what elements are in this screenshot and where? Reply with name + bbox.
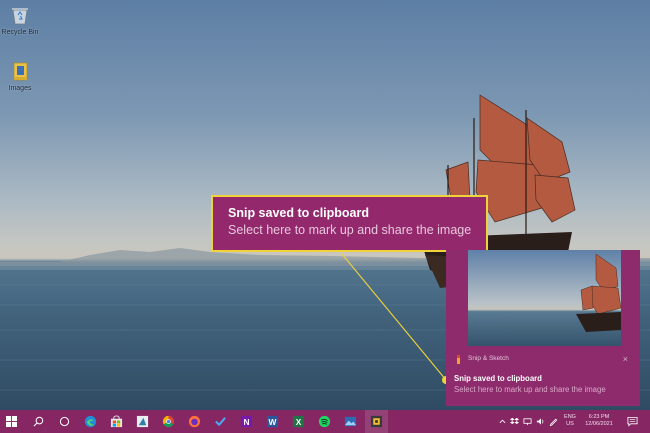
store-icon [110,415,123,428]
recycle-bin-icon [12,8,28,25]
toast-app-name: Snip & Sketch [468,355,509,362]
spotify-icon [318,415,331,428]
clock-date: 12/06/2021 [585,420,613,427]
excel-icon: X [292,415,305,428]
chevron-up-icon [499,419,505,424]
network-icon [523,418,532,426]
chrome-icon [162,415,175,428]
folder-icon [13,62,28,81]
app-tile-icon [136,415,149,428]
callout-title: Snip saved to clipboard [228,206,369,220]
taskbar-app-excel[interactable]: X [287,410,310,433]
tray-dropbox[interactable] [508,410,521,433]
taskbar-app-firefox[interactable] [183,410,206,433]
tray-network[interactable] [521,410,534,433]
tray-clock[interactable]: 6:23 PM 12/06/2021 [582,414,616,427]
taskbar-app-onenote[interactable]: N [235,410,258,433]
toast-close-button[interactable]: × [623,353,628,365]
taskbar-app-unknown[interactable] [131,410,154,433]
toast-subtitle: Select here to mark up and share the ima… [454,385,606,394]
taskbar-app-todo[interactable] [209,410,232,433]
clock-time: 6:23 PM [588,414,610,420]
snip-sketch-icon [457,355,460,364]
task-view-button[interactable] [53,410,76,433]
screen-capture-icon [370,415,383,428]
taskbar-app-store[interactable] [105,410,128,433]
onenote-icon: N [240,415,253,428]
task-view-icon [59,416,70,427]
desktop-icon-label: Recycle Bin [1,29,39,36]
search-icon [33,416,44,427]
taskbar-app-spotify[interactable] [313,410,336,433]
photos-icon [344,416,357,427]
taskbar-app-word[interactable]: W [261,410,284,433]
language-label: ENG [564,414,576,420]
start-button[interactable] [0,410,23,433]
desktop-icon-recycle-bin[interactable]: Recycle Bin [0,4,40,36]
svg-text:W: W [269,417,277,427]
desktop-icon-images[interactable]: Images [0,60,40,92]
action-center-button[interactable] [622,410,642,433]
pen-icon [549,418,558,426]
desktop-icon-label: Images [8,85,32,92]
word-icon: W [266,415,279,428]
search-button[interactable] [27,410,50,433]
tray-volume[interactable] [534,410,547,433]
dropbox-icon [510,417,519,425]
toast-app-header: Snip & Sketch × [454,354,634,366]
svg-text:X: X [296,417,302,427]
tray-language[interactable]: ENG US [561,414,579,427]
taskbar: N W X ENG US 6:23 PM 12/06/2021 [0,410,650,433]
firefox-icon [188,415,201,428]
callout-subtitle: Select here to mark up and share the ima… [228,223,472,237]
checkmark-icon [215,417,226,427]
annotation-callout: Snip saved to clipboard Select here to m… [211,195,488,252]
toast-title: Snip saved to clipboard [454,374,542,383]
taskbar-app-edge[interactable] [79,410,102,433]
snip-preview-image [468,250,621,346]
svg-text:N: N [243,417,249,427]
snip-preview-thumbnail[interactable] [468,250,621,346]
region-label: US [566,420,574,427]
snip-notification-toast[interactable]: Snip & Sketch × Snip saved to clipboard … [446,250,640,406]
notification-icon [627,416,637,427]
tray-chevron[interactable] [496,410,508,433]
taskbar-app-photos[interactable] [339,410,362,433]
edge-icon [84,415,97,428]
taskbar-app-screen-capture[interactable] [365,410,388,433]
windows-logo-icon [6,416,17,427]
volume-icon [536,418,544,425]
tray-pen[interactable] [547,410,560,433]
taskbar-app-chrome[interactable] [157,410,180,433]
